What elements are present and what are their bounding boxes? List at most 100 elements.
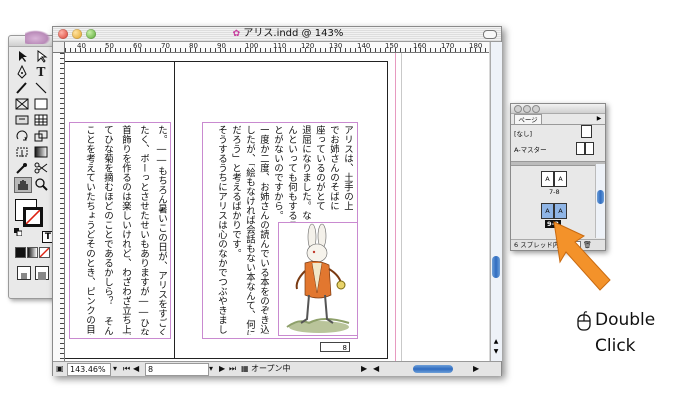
scissors-tool-icon[interactable] [33,161,49,175]
ruler-origin[interactable] [53,42,65,53]
horizontal-scroll-thumb[interactable] [413,365,453,373]
page-number-frame[interactable]: 8 [320,342,350,352]
eyedropper-tool-icon[interactable] [14,161,30,175]
none-master-label[interactable]: [なし] [514,128,532,138]
text-column: 首飾りを作るのは楽しいけれど、わざわざ立ち上がっ [120,125,131,335]
gradient-tool-icon[interactable] [33,145,49,159]
hand-tool-icon[interactable] [14,177,32,193]
close-button[interactable] [58,29,68,39]
document-title-text: アリス.indd @ 143% [243,28,344,39]
panel-close-button[interactable] [514,105,522,113]
ruler-tick: 170 [441,42,455,50]
page-thumbnail[interactable]: A [541,171,554,187]
button-tool-icon[interactable] [14,113,30,127]
default-colors-icon[interactable] [14,221,23,237]
pencil-tool-icon[interactable] [14,81,30,95]
document-title: ✿ アリス.indd @ 143% [203,27,373,41]
a-master-label[interactable]: A-マスター [514,144,547,154]
text-column: だろう」と考えるばかりです。 [230,125,241,258]
apply-none-icon[interactable] [39,247,50,258]
a-master-thumbnail[interactable] [576,140,594,155]
panel-zoom-button[interactable] [532,105,540,113]
selection-tool-icon[interactable] [14,49,30,63]
toolbar-toggle-button[interactable] [483,30,497,39]
ruler-tick: 100 [245,42,259,50]
type-tool-icon[interactable]: T [33,65,49,79]
text-column: たく、ボーっとさせたせいもありますが――ひな菊の [138,125,149,335]
double-click-callout: Double Click [577,307,697,356]
pasteboard[interactable]: た。――もちろん暑いこの日が、アリスをすごく眠 たく、ボーっとさせたせいもありま… [65,53,489,361]
pointer-arrow [553,221,611,291]
indesign-document-icon: ✿ [232,29,241,39]
left-page[interactable]: た。――もちろん暑いこの日が、アリスをすごく眠 たく、ボーっとさせたせいもありま… [65,61,175,359]
pages-panel-scroll-thumb[interactable] [597,190,604,204]
rectangle-tool-icon[interactable] [33,97,49,111]
zoom-dropdown-icon[interactable]: ▾ [113,362,117,376]
pages-panel-titlebar[interactable] [511,104,605,114]
ruler-tick: 50 [105,42,114,50]
vertical-scroll-thumb[interactable] [492,256,500,278]
minimize-button[interactable] [72,29,82,39]
mouse-icon [577,311,591,331]
next-page-icon[interactable]: ▶ [219,362,225,376]
zoom-button[interactable] [86,29,96,39]
ruler-tick: 60 [133,42,142,50]
text-column: したが、「絵もなければ会話もない本なんて、何に役立つん [244,125,255,335]
page-thumbnail[interactable]: A [554,171,567,187]
right-page[interactable]: アリスは、土手の上 でお姉さんのそばに 座っているのがとて 退屈になりました。な… [174,61,388,359]
page-thumbnail[interactable]: A [541,203,554,219]
left-text-frame[interactable]: た。――もちろん暑いこの日が、アリスをすごく眠 たく、ボーっとさせたせいもありま… [69,122,171,339]
guide-line[interactable] [401,53,402,361]
scroll-down-arrow-icon[interactable]: ▼ [492,348,500,355]
ruler-tick: 110 [273,42,287,50]
ruler-tick: 80 [189,42,198,50]
last-page-icon[interactable]: ⏭ [229,362,236,376]
guide-line[interactable] [395,53,396,361]
panel-minimize-button[interactable] [523,105,531,113]
ruler-tick: 130 [329,42,343,50]
page-dropdown-icon[interactable]: ▾ [209,362,213,376]
pasteboard-icon: ▣ [56,364,64,373]
scroll-up-arrow-icon[interactable]: ▲ [492,338,500,345]
open-status-icon: ▦ [241,364,249,373]
first-page-icon[interactable]: ⏮ [123,362,130,376]
preview-view-icon[interactable] [35,266,49,280]
scroll-right-arrow-icon[interactable]: ▶ [473,362,479,376]
ruler-tick: 150 [385,42,399,50]
pen-tool-icon[interactable] [14,65,30,79]
zoom-level-field[interactable]: 143.46% [67,363,111,376]
text-column: た。――もちろん暑いこの日が、アリスをすごく眠 [156,125,167,335]
apply-gradient-icon[interactable] [27,247,38,258]
normal-view-icon[interactable] [17,266,31,280]
apply-color-icon[interactable] [15,247,26,258]
vertical-scrollbar[interactable]: ▲ ▼ [490,42,502,361]
horizontal-ruler[interactable]: 40 50 60 70 80 90 100 110 120 130 140 15… [65,42,489,53]
free-transform-tool-icon[interactable] [14,145,30,159]
tools-palette: T T [8,30,56,299]
vertical-ruler[interactable] [53,53,65,361]
page-thumbnail[interactable]: A [554,203,567,219]
ruler-tick: 160 [413,42,427,50]
text-column: ことを考えていたちょうどそのとき、ピンクの目をし [84,125,95,335]
rotate-tool-icon[interactable] [14,129,30,143]
ruler-tick: 140 [357,42,371,50]
stroke-swatch[interactable] [23,207,43,227]
rectangle-frame-tool-icon[interactable] [14,97,30,111]
panel-menu-icon[interactable]: ▶ [595,115,603,123]
table-tool-icon[interactable] [33,113,49,127]
previous-page-icon[interactable]: ◀ [133,362,139,376]
panel-divider[interactable] [511,161,605,166]
status-menu-icon[interactable]: ▶ [361,362,367,376]
line-tool-icon[interactable] [33,81,49,95]
ruler-tick: 180 [469,42,483,50]
rabbit-illustration-frame[interactable] [278,222,358,336]
scale-tool-icon[interactable] [33,129,49,143]
direct-selection-tool-icon[interactable] [33,49,49,63]
scroll-left-arrow-icon[interactable]: ◀ [373,362,379,376]
none-master-thumbnail[interactable] [581,125,592,138]
document-titlebar[interactable]: ✿ アリス.indd @ 143% [53,27,501,42]
zoom-tool-icon[interactable] [33,177,49,191]
page-field[interactable]: 8 [145,363,209,376]
ruler-tick: 70 [161,42,170,50]
ruler-tick: 120 [301,42,315,50]
